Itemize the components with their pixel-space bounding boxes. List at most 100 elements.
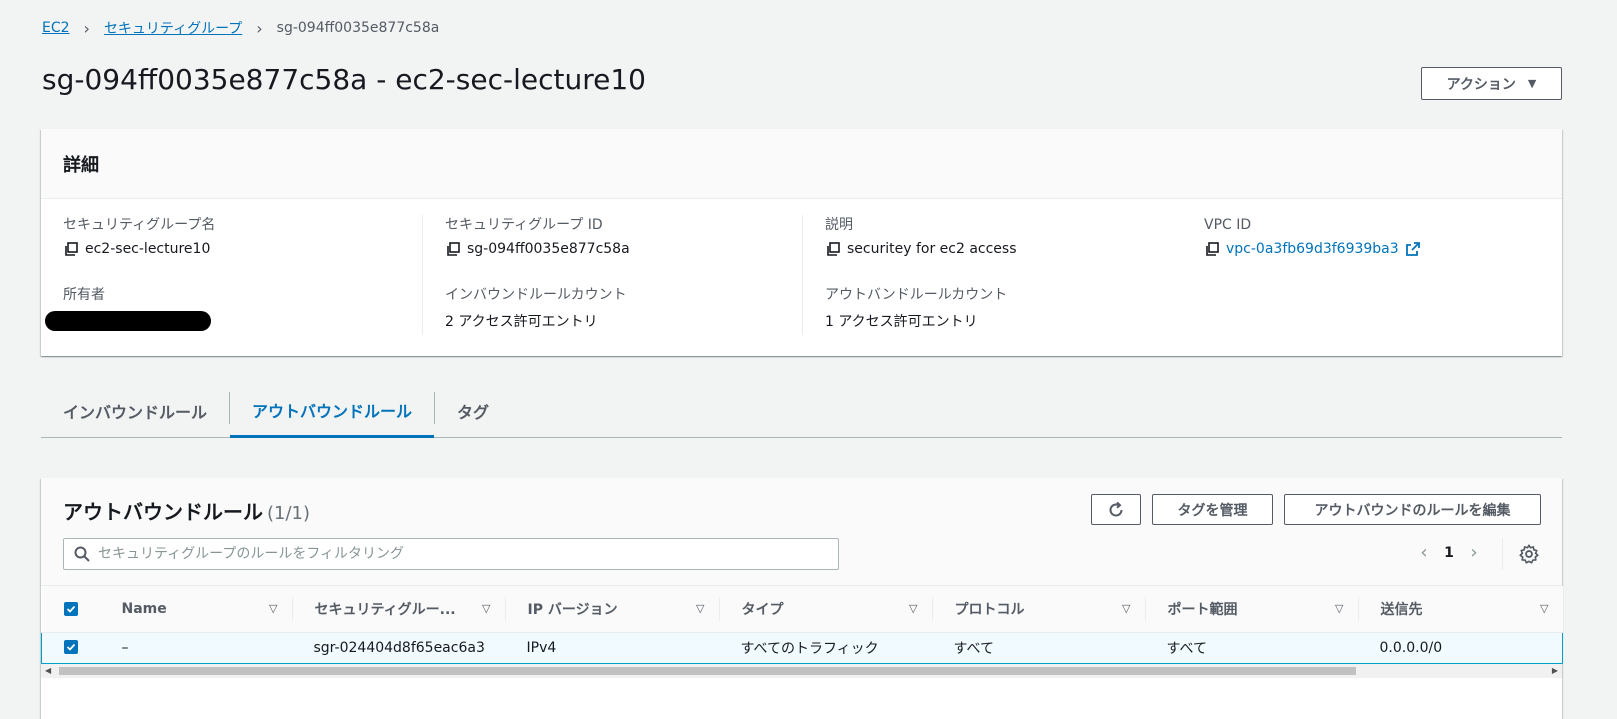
redacted-owner-value <box>45 311 211 331</box>
detail-label: アウトバンドルールカウント <box>825 287 1008 303</box>
detail-value: 2 アクセス許可エントリ <box>445 314 598 330</box>
tab-tags[interactable]: タグ <box>435 384 511 437</box>
column-header-type[interactable]: タイプ ▽ <box>718 586 932 633</box>
rules-table: Name ▽ セキュリティグルー... ▽ IP バージョン ▽ タイプ ▽ プロトコル… <box>41 586 1563 664</box>
cell-ip-version: IPv4 <box>504 631 719 664</box>
table-header-row: Name ▽ セキュリティグルー... ▽ IP バージョン ▽ タイプ ▽ プロトコル… <box>41 586 1563 633</box>
check-icon <box>66 605 75 613</box>
detail-outbound-count: アウトバンドルールカウント 1 アクセス許可エントリ <box>825 285 1182 335</box>
detail-sg-id: セキュリティグループ ID sg-094ff0035e877c58a <box>445 215 802 265</box>
detail-label: VPC ID <box>1204 217 1252 233</box>
column-label: プロトコル <box>954 601 1025 618</box>
breadcrumb-current: sg-094ff0035e877c58a <box>276 20 440 36</box>
external-link-icon[interactable] <box>1405 241 1421 257</box>
table-title-text: アウトバウンドルール <box>63 500 263 524</box>
details-panel: 詳細 セキュリティグループ名 ec2-sec-lecture10 所有者 セキュ… <box>41 129 1562 356</box>
detail-label: 所有者 <box>63 287 105 303</box>
tab-outbound-rules[interactable]: アウトバウンドルール <box>230 384 435 438</box>
sort-down-icon[interactable]: ▽ <box>1122 602 1130 615</box>
cell-rule-id: sgr-024404d8f65eac6a3 <box>291 631 505 664</box>
horizontal-scrollbar[interactable]: ◀ ▶ <box>41 664 1562 678</box>
copy-icon[interactable] <box>445 241 461 257</box>
detail-owner: 所有者 <box>45 285 443 335</box>
page-number[interactable]: 1 <box>1439 545 1459 561</box>
detail-sg-name: セキュリティグループ名 ec2-sec-lecture10 <box>63 215 443 265</box>
cell-type: すべてのトラフィック <box>718 631 932 664</box>
detail-value: securitey for ec2 access <box>847 241 1017 257</box>
scroll-right-arrow-icon[interactable]: ▶ <box>1552 666 1558 675</box>
chevron-right-icon[interactable]: › <box>1459 542 1489 563</box>
scrollbar-thumb[interactable] <box>59 667 1356 675</box>
cell-port-range: すべて <box>1144 631 1358 664</box>
column-label: セキュリティグルー... <box>314 601 456 618</box>
detail-label: 説明 <box>825 217 853 233</box>
actions-dropdown-button[interactable]: アクション ▼ <box>1421 67 1562 100</box>
scroll-left-arrow-icon[interactable]: ◀ <box>45 666 51 675</box>
select-all-header <box>41 586 100 633</box>
gear-icon[interactable] <box>1518 543 1540 565</box>
caret-down-icon: ▼ <box>1527 77 1537 90</box>
column-header-name[interactable]: Name ▽ <box>99 586 292 633</box>
column-label: IP バージョン <box>527 601 618 618</box>
column-header-rule-id[interactable]: セキュリティグルー... ▽ <box>291 586 505 633</box>
details-column-1: セキュリティグループ名 ec2-sec-lecture10 所有者 <box>45 215 443 335</box>
row-checkbox[interactable] <box>64 639 78 654</box>
column-label: タイプ <box>741 601 784 618</box>
check-icon <box>66 643 76 651</box>
sort-down-icon[interactable]: ▽ <box>909 602 917 615</box>
sort-down-icon[interactable]: ▽ <box>269 602 277 615</box>
actions-button-label: アクション <box>1446 76 1516 93</box>
details-column-3: 説明 securitey for ec2 access アウトバンドルールカウン… <box>802 215 1182 335</box>
detail-description: 説明 securitey for ec2 access <box>825 215 1182 265</box>
filter-input[interactable] <box>98 546 798 562</box>
column-header-ip-version[interactable]: IP バージョン ▽ <box>504 586 719 633</box>
breadcrumb: EC2 › セキュリティグループ › sg-094ff0035e877c58a <box>42 18 439 38</box>
chevron-left-icon[interactable]: ‹ <box>1409 542 1439 563</box>
breadcrumb-ec2-link[interactable]: EC2 <box>42 20 70 36</box>
column-label: Name <box>121 600 167 617</box>
detail-label: インバウンドルールカウント <box>445 287 627 303</box>
detail-value: ec2-sec-lecture10 <box>85 241 211 257</box>
copy-icon[interactable] <box>825 241 841 257</box>
sort-down-icon[interactable]: ▽ <box>482 602 490 615</box>
chevron-right-icon: › <box>83 18 90 38</box>
rules-tabs: インバウンドルール アウトバウンドルール タグ <box>41 384 1562 438</box>
table-row[interactable]: – sgr-024404d8f65eac6a3 IPv4 すべてのトラフィック … <box>41 631 1563 664</box>
vpc-id-link[interactable]: vpc-0a3fb69d3f6939ba3 <box>1226 241 1399 257</box>
details-column-4: VPC ID vpc-0a3fb69d3f6939ba3 <box>1182 215 1562 265</box>
sort-down-icon[interactable]: ▽ <box>1540 602 1548 615</box>
detail-label: セキュリティグループ名 <box>63 217 216 233</box>
sort-down-icon[interactable]: ▽ <box>696 602 704 615</box>
filter-field[interactable] <box>63 538 839 570</box>
sort-down-icon[interactable]: ▽ <box>1335 602 1343 615</box>
table-header-area: アウトバウンドルール(1/1) タグを管理 アウトバウンドのルールを編集 ‹ 1… <box>41 478 1562 586</box>
details-panel-header: 詳細 <box>41 129 1562 199</box>
select-all-checkbox[interactable] <box>63 601 78 616</box>
column-label: 送信先 <box>1380 601 1423 618</box>
refresh-icon <box>1109 501 1123 516</box>
table-title: アウトバウンドルール (1/1) <box>63 496 310 525</box>
search-icon <box>74 546 90 562</box>
row-select-cell <box>41 631 100 664</box>
column-header-port-range[interactable]: ポート範囲 ▽ <box>1144 586 1358 633</box>
copy-icon[interactable] <box>1204 241 1220 257</box>
column-label: ポート範囲 <box>1167 601 1238 618</box>
manage-tags-button[interactable]: タグを管理 <box>1152 494 1273 525</box>
cell-protocol: すべて <box>931 631 1145 664</box>
tab-inbound-rules[interactable]: インバウンドルール <box>41 384 229 437</box>
breadcrumb-security-groups-link[interactable]: セキュリティグループ <box>104 18 242 38</box>
detail-inbound-count: インバウンドルールカウント 2 アクセス許可エントリ <box>445 285 802 335</box>
detail-label: セキュリティグループ ID <box>445 217 603 233</box>
copy-icon[interactable] <box>63 241 79 257</box>
pagination: ‹ 1 › <box>1409 542 1489 563</box>
column-header-destination[interactable]: 送信先 ▽ <box>1357 586 1563 633</box>
refresh-button[interactable] <box>1091 494 1141 525</box>
table-count: (1/1) <box>267 503 311 524</box>
edit-outbound-rules-button[interactable]: アウトバウンドのルールを編集 <box>1284 494 1541 525</box>
cell-destination: 0.0.0.0/0 <box>1357 631 1563 664</box>
outbound-rules-panel: アウトバウンドルール(1/1) タグを管理 アウトバウンドのルールを編集 ‹ 1… <box>41 478 1563 719</box>
pager-divider <box>1502 538 1503 570</box>
column-header-protocol[interactable]: プロトコル ▽ <box>931 586 1145 633</box>
detail-value: 1 アクセス許可エントリ <box>825 314 978 330</box>
detail-value: sg-094ff0035e877c58a <box>467 241 630 257</box>
